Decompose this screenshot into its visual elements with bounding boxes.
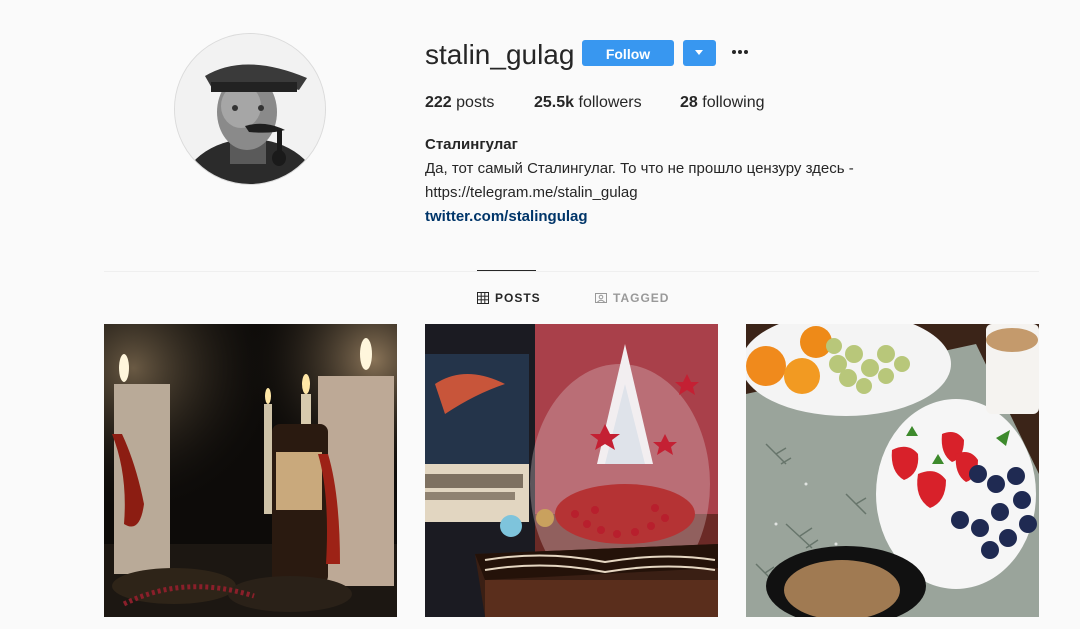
profile-avatar[interactable] [174, 33, 326, 185]
tabs-divider [104, 271, 1039, 272]
more-options-button[interactable] [729, 42, 751, 62]
following-count[interactable]: 28 following [680, 94, 765, 112]
bio-telegram-text: https://telegram.me/stalin_gulag [425, 184, 638, 201]
tab-tagged[interactable]: TAGGED [595, 291, 669, 305]
post-thumbnail[interactable] [425, 324, 718, 617]
tab-posts[interactable]: POSTS [477, 291, 541, 305]
wine-cake-photo-icon [425, 324, 718, 617]
fruit-coffee-photo-icon [746, 324, 1039, 617]
profile-username: stalin_gulag [425, 39, 575, 70]
posts-count: 222 posts [425, 94, 495, 111]
candles-photo-icon [104, 324, 397, 617]
grid-icon [477, 292, 489, 304]
tag-icon [595, 293, 607, 303]
post-thumbnail[interactable] [746, 324, 1039, 617]
bio-text: Да, тот самый Сталингулаг. То что не про… [425, 160, 854, 177]
active-tab-indicator [477, 270, 536, 271]
followers-count[interactable]: 25.5k followers [534, 94, 642, 112]
chevron-down-icon [695, 50, 703, 55]
bio-website-link[interactable]: twitter.com/stalingulag [425, 208, 588, 226]
profile-photo-icon [175, 34, 325, 184]
post-thumbnail[interactable] [104, 324, 397, 617]
ellipsis-icon [732, 50, 736, 54]
follow-button[interactable]: Follow [582, 40, 674, 66]
bio-full-name: Сталингулаг [425, 136, 518, 153]
suggestions-dropdown-button[interactable] [683, 40, 716, 66]
